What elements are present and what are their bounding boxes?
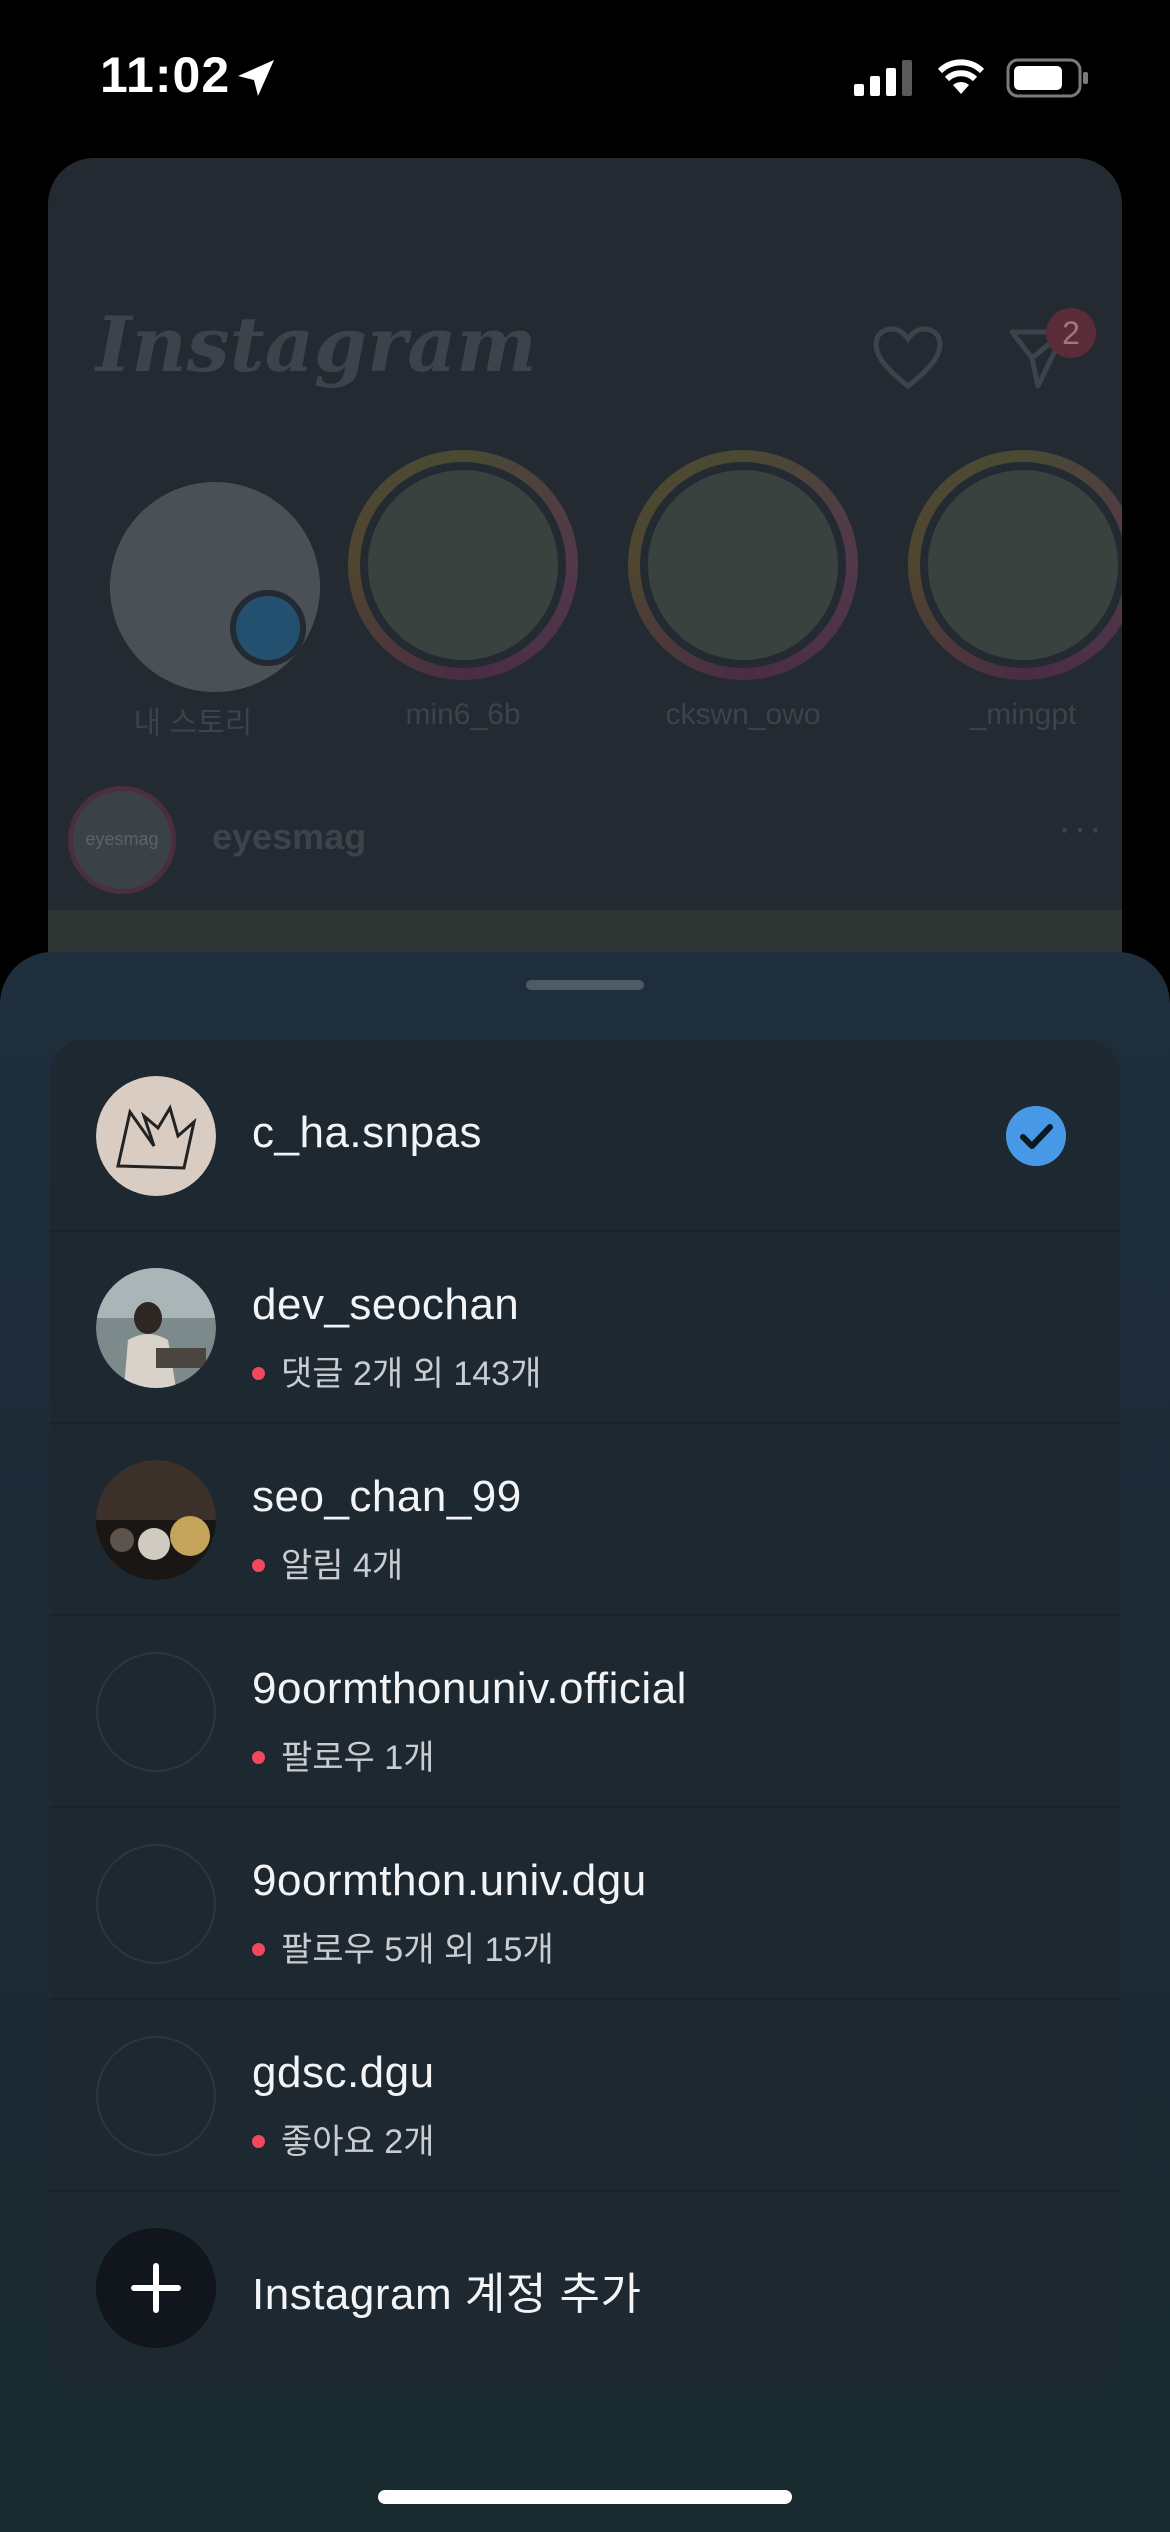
- status-time: 11:02: [100, 47, 231, 103]
- sheet-drag-handle[interactable]: [526, 980, 644, 990]
- post-header: eyesmag eyesmag ···: [68, 786, 1108, 896]
- plus-icon: [96, 2228, 216, 2348]
- home-indicator[interactable]: [378, 2490, 792, 2504]
- notification-badge: 2: [1046, 308, 1096, 358]
- account-username: c_ha.snpas: [252, 1108, 483, 1157]
- avatar: [96, 1076, 216, 1196]
- account-row[interactable]: gdsc.dgu 좋아요 2개: [50, 2000, 1120, 2192]
- activity-dot: [252, 1558, 265, 1572]
- story-item: _mingpt: [908, 450, 1122, 750]
- activity-dot: [252, 1366, 265, 1380]
- instagram-logo: Instagram: [96, 300, 537, 389]
- story-avatar: [648, 470, 838, 660]
- add-account-label: Instagram 계정 추가: [252, 2270, 642, 2319]
- story-avatar: [368, 470, 558, 660]
- battery-icon: [1006, 58, 1088, 98]
- account-row[interactable]: 9oormthon.univ.dgu 팔로우 5개 외 15개: [50, 1808, 1120, 2000]
- story-avatar: [928, 470, 1118, 660]
- activity-dot: [252, 1942, 265, 1956]
- story-avatar: [110, 482, 320, 692]
- avatar: [96, 1460, 216, 1580]
- location-arrow-icon: [238, 60, 274, 96]
- post-username: eyesmag: [212, 816, 367, 857]
- account-switcher-sheet: c_ha.snpas dev_seochan 댓글 2개 외 143개 seo_…: [0, 952, 1170, 2532]
- account-row[interactable]: seo_chan_99 알림 4개: [50, 1424, 1120, 1616]
- wifi-icon: [937, 59, 985, 94]
- story-name: min6_6b: [405, 698, 521, 731]
- status-bar: 11:02: [0, 0, 1170, 150]
- story-name: ckswn_owo: [665, 698, 821, 731]
- avatar: [96, 1652, 216, 1772]
- add-account-button[interactable]: Instagram 계정 추가: [50, 2192, 1120, 2384]
- activity-dot: [252, 1750, 265, 1764]
- avatar: [96, 1844, 216, 1964]
- story-item: min6_6b: [348, 450, 578, 750]
- account-row[interactable]: c_ha.snpas: [50, 1040, 1120, 1232]
- account-username: seo_chan_99: [252, 1472, 522, 1521]
- account-username: 9oormthonuniv.official: [252, 1664, 687, 1713]
- selected-check-icon: [1006, 1106, 1066, 1166]
- story-item: ckswn_owo: [628, 450, 858, 750]
- account-activity: 팔로우 1개: [252, 1730, 434, 1779]
- account-activity: 알림 4개: [252, 1538, 403, 1587]
- account-activity: 팔로우 5개 외 15개: [252, 1922, 554, 1971]
- account-activity: 댓글 2개 외 143개: [252, 1346, 541, 1395]
- account-row[interactable]: 9oormthonuniv.official 팔로우 1개: [50, 1616, 1120, 1808]
- add-story-icon: [230, 590, 306, 666]
- more-options-icon: ···: [1058, 806, 1104, 850]
- cellular-signal-icon: [854, 60, 912, 96]
- avatar: [96, 1268, 216, 1388]
- post-avatar: eyesmag: [68, 786, 176, 894]
- account-username: dev_seochan: [252, 1280, 520, 1329]
- account-username: 9oormthon.univ.dgu: [252, 1856, 647, 1905]
- story-name: _mingpt: [969, 698, 1077, 731]
- avatar: [96, 2036, 216, 2156]
- story-name: 내 스토리: [133, 707, 253, 740]
- account-list: c_ha.snpas dev_seochan 댓글 2개 외 143개 seo_…: [50, 1040, 1120, 2386]
- account-row[interactable]: dev_seochan 댓글 2개 외 143개: [50, 1232, 1120, 1424]
- activity-dot: [252, 2134, 265, 2148]
- heart-icon: [873, 326, 943, 390]
- account-activity: 좋아요 2개: [252, 2114, 434, 2163]
- account-username: gdsc.dgu: [252, 2048, 435, 2097]
